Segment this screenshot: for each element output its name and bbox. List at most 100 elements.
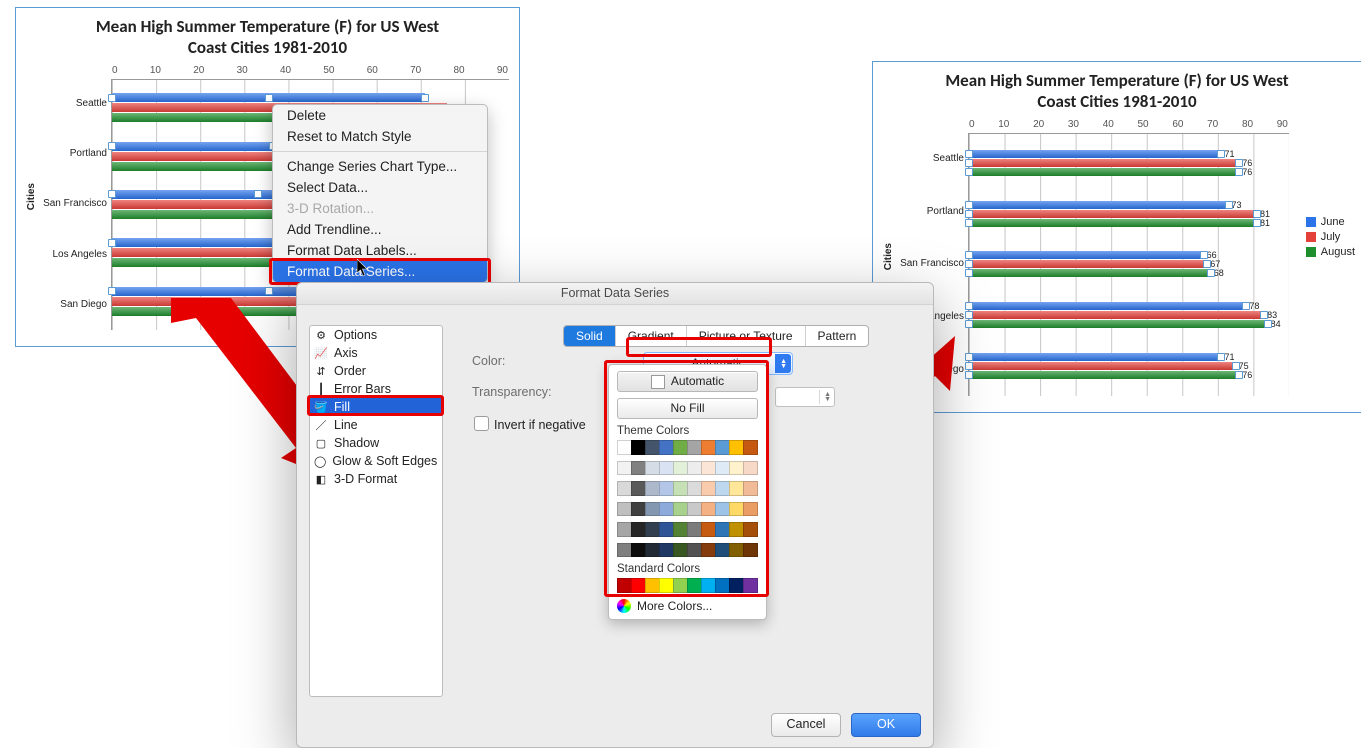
side-list-item[interactable]: ▢Shadow <box>310 434 442 452</box>
color-swatch[interactable] <box>631 481 646 496</box>
bar[interactable]: 73 <box>969 201 1229 209</box>
color-popup[interactable]: Automatic No Fill Theme Colors Standard … <box>608 364 767 620</box>
menu-item[interactable]: Format Data Series... <box>273 261 487 282</box>
color-swatch[interactable] <box>687 522 702 537</box>
fill-tab[interactable]: Gradient <box>615 326 686 346</box>
chart-right[interactable]: Mean High Summer Temperature (F) for US … <box>872 61 1361 413</box>
color-swatch[interactable] <box>687 481 702 496</box>
side-list-item[interactable]: ◧3-D Format <box>310 470 442 488</box>
color-swatch[interactable] <box>743 481 758 496</box>
color-swatch[interactable] <box>659 461 674 476</box>
bar[interactable]: 78 <box>969 302 1246 310</box>
color-swatch[interactable] <box>617 461 632 476</box>
color-swatch[interactable] <box>701 522 716 537</box>
color-swatch[interactable] <box>729 578 744 593</box>
color-swatch[interactable] <box>617 578 632 593</box>
legend-item[interactable]: June <box>1306 216 1355 228</box>
color-swatch[interactable] <box>743 502 758 517</box>
color-swatch[interactable] <box>617 502 632 517</box>
color-swatch[interactable] <box>715 522 730 537</box>
color-swatch[interactable] <box>729 481 744 496</box>
color-swatch[interactable] <box>617 522 632 537</box>
color-swatch[interactable] <box>673 461 688 476</box>
color-swatch[interactable] <box>673 578 688 593</box>
no-fill-button[interactable]: No Fill <box>617 398 758 419</box>
color-swatch[interactable] <box>701 481 716 496</box>
color-swatch[interactable] <box>715 578 730 593</box>
selection-handle-icon[interactable] <box>108 142 116 150</box>
color-swatch[interactable] <box>673 543 688 558</box>
color-swatch[interactable] <box>673 481 688 496</box>
legend-item[interactable]: July <box>1306 231 1355 243</box>
side-list-item[interactable]: 🪣Fill <box>310 398 442 416</box>
legend-item[interactable]: August <box>1306 246 1355 258</box>
fill-type-tabs[interactable]: SolidGradientPicture or TexturePattern <box>563 325 869 347</box>
color-swatch[interactable] <box>659 543 674 558</box>
color-swatch[interactable] <box>715 502 730 517</box>
bar[interactable]: 71 <box>969 150 1221 158</box>
side-list-item[interactable]: ⚙Options <box>310 326 442 344</box>
fill-tab[interactable]: Solid <box>564 326 615 346</box>
menu-item[interactable]: Format Data Labels... <box>273 240 487 261</box>
selection-handle-icon[interactable] <box>265 94 273 102</box>
color-swatch[interactable] <box>645 440 660 455</box>
color-swatch[interactable] <box>701 461 716 476</box>
color-swatch[interactable] <box>729 522 744 537</box>
bar[interactable]: 68 <box>969 269 1211 277</box>
color-swatch[interactable] <box>673 502 688 517</box>
color-swatch[interactable] <box>729 502 744 517</box>
more-colors-button[interactable]: More Colors... <box>617 599 758 613</box>
side-list-item[interactable]: ◯Glow & Soft Edges <box>310 452 442 470</box>
bar[interactable]: 66 <box>969 251 1204 259</box>
selection-handle-icon[interactable] <box>421 94 429 102</box>
selection-handle-icon[interactable] <box>108 239 116 247</box>
ok-button[interactable]: OK <box>851 713 921 737</box>
selection-handle-icon[interactable] <box>108 287 116 295</box>
color-swatch[interactable] <box>631 440 646 455</box>
selection-handle-icon[interactable] <box>108 94 116 102</box>
color-swatch[interactable] <box>631 502 646 517</box>
color-swatch[interactable] <box>659 522 674 537</box>
color-swatch[interactable] <box>631 543 646 558</box>
context-menu[interactable]: DeleteReset to Match StyleChange Series … <box>272 104 488 283</box>
menu-item[interactable]: Select Data... <box>273 177 487 198</box>
bar[interactable]: 81 <box>969 210 1257 218</box>
color-swatch[interactable] <box>729 440 744 455</box>
bar[interactable]: 71 <box>969 353 1221 361</box>
color-swatch[interactable] <box>729 461 744 476</box>
color-swatch[interactable] <box>645 481 660 496</box>
color-swatch[interactable] <box>617 481 632 496</box>
bar[interactable]: 76 <box>969 159 1239 167</box>
bar[interactable]: 67 <box>969 260 1207 268</box>
color-swatch[interactable] <box>659 502 674 517</box>
side-list-item[interactable]: ┃Error Bars <box>310 380 442 398</box>
color-swatch[interactable] <box>645 578 660 593</box>
color-swatch[interactable] <box>743 578 758 593</box>
dialog-side-list[interactable]: ⚙Options📈Axis⇵Order┃Error Bars🪣Fill／Line… <box>309 325 443 697</box>
automatic-color-button[interactable]: Automatic <box>617 371 758 392</box>
color-swatch[interactable] <box>715 543 730 558</box>
color-swatch[interactable] <box>743 440 758 455</box>
color-swatch[interactable] <box>729 543 744 558</box>
color-swatch[interactable] <box>659 440 674 455</box>
side-list-item[interactable]: 📈Axis <box>310 344 442 362</box>
bar[interactable]: 81 <box>969 219 1257 227</box>
side-list-item[interactable]: ／Line <box>310 416 442 434</box>
color-swatch[interactable] <box>701 502 716 517</box>
color-swatch[interactable] <box>715 461 730 476</box>
menu-item[interactable]: Reset to Match Style <box>273 126 487 147</box>
color-swatch[interactable] <box>687 578 702 593</box>
color-swatch[interactable] <box>617 543 632 558</box>
bar[interactable]: 83 <box>969 311 1264 319</box>
color-swatch[interactable] <box>645 502 660 517</box>
selection-handle-icon[interactable] <box>265 287 273 295</box>
fill-tab[interactable]: Picture or Texture <box>686 326 805 346</box>
color-swatch[interactable] <box>743 522 758 537</box>
color-swatch[interactable] <box>687 461 702 476</box>
color-swatch[interactable] <box>659 481 674 496</box>
color-swatch[interactable] <box>687 440 702 455</box>
bar[interactable]: 84 <box>969 320 1268 328</box>
menu-item[interactable]: Change Series Chart Type... <box>273 156 487 177</box>
color-swatch[interactable] <box>631 522 646 537</box>
color-swatch[interactable] <box>645 522 660 537</box>
